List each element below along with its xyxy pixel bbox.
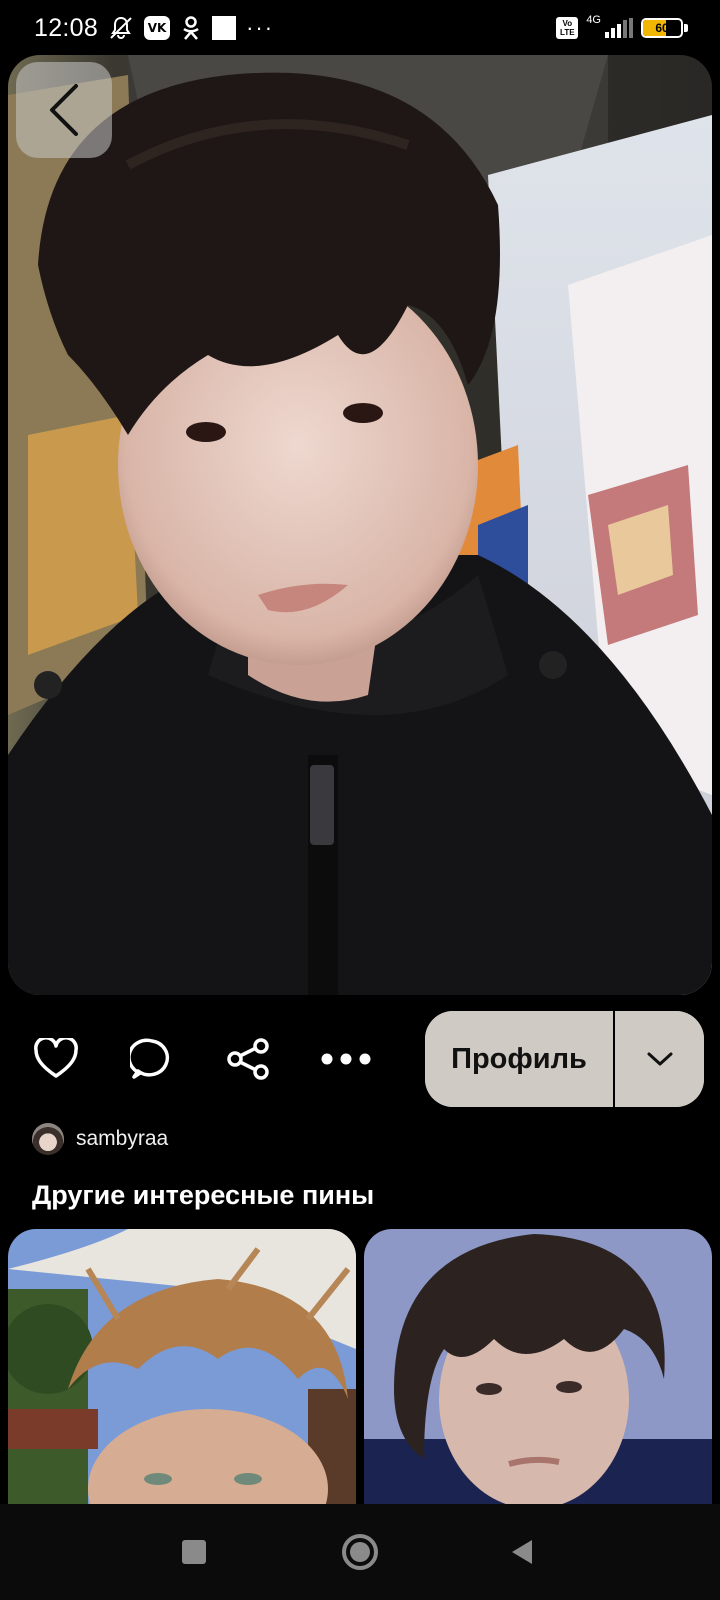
network-label: 4G [586,14,601,26]
vk-icon: VK [144,16,171,40]
comment-icon [130,1038,170,1079]
back-nav-button[interactable] [500,1530,544,1574]
battery-icon: 60 [641,18,688,38]
comment-button[interactable] [128,1035,176,1083]
back-button[interactable] [16,62,112,158]
pin-detail-screen: 12:08 VK ··· Vo LTE 4G 60 Профиль sambyr… [0,0,720,1600]
battery-tip [684,24,688,32]
signal-icon [605,18,633,38]
more-dots-icon: ··· [246,15,275,40]
chevron-left-icon [50,84,78,136]
profile-button[interactable]: Профиль [425,1011,615,1107]
share-button[interactable] [224,1035,272,1083]
odnoklassniki-icon [180,15,202,41]
status-left: 12:08 VK ··· [34,14,274,43]
author-row[interactable]: sambyraa [32,1122,168,1156]
battery-level: 60 [655,21,669,35]
avatar[interactable] [32,1123,64,1155]
profile-dropdown-button[interactable] [615,1011,704,1107]
related-pin-card[interactable] [8,1229,356,1504]
section-title: Другие интересные пины [32,1180,375,1210]
action-row: Профиль [0,1011,720,1107]
home-button[interactable] [338,1530,382,1574]
more-button[interactable] [320,1035,372,1083]
system-nav-bar [0,1504,720,1600]
battery-body: 60 [641,18,683,38]
triangle-back-icon [512,1540,532,1564]
photo-portrait [8,55,712,995]
status-right: Vo LTE 4G 60 [556,14,688,39]
share-icon [227,1038,269,1080]
photo-dark-hair-guy [364,1229,712,1504]
more-horizontal-icon [321,1053,371,1065]
square-nav-icon [182,1540,206,1564]
author-name[interactable]: sambyraa [76,1127,168,1151]
status-time: 12:08 [34,13,99,42]
photo-blond-guy [8,1229,356,1504]
like-button[interactable] [32,1035,80,1083]
heart-icon [34,1038,78,1078]
related-pin-card[interactable] [364,1229,712,1504]
square-icon [212,16,237,40]
status-bar: 12:08 VK ··· Vo LTE 4G 60 [0,0,720,56]
pin-image[interactable] [8,55,712,995]
circle-nav-icon [342,1534,378,1570]
mute-bell-icon [108,15,134,41]
volte-icon: Vo LTE [556,17,579,39]
recents-button[interactable] [172,1530,216,1574]
chevron-down-icon [647,1052,672,1066]
profile-group: Профиль [425,1011,704,1107]
